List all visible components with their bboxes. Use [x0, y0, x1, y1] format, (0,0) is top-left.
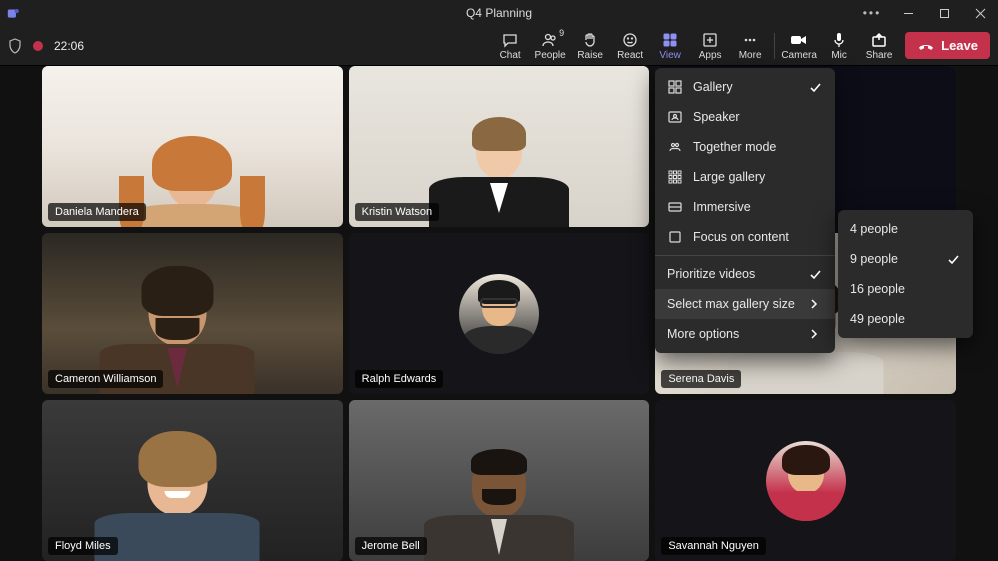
- toolbar-divider: [774, 33, 775, 59]
- submenu-item-16[interactable]: 16 people: [838, 274, 973, 304]
- people-icon: 9: [542, 31, 558, 49]
- maximize-icon[interactable]: [926, 0, 962, 26]
- minimize-icon[interactable]: [890, 0, 926, 26]
- together-icon: [667, 139, 683, 155]
- video-tile[interactable]: Daniela Mandera: [42, 66, 343, 227]
- chevron-right-icon: [809, 299, 823, 309]
- check-icon: [947, 253, 961, 266]
- menu-item-together[interactable]: Together mode: [655, 132, 835, 162]
- view-icon: [662, 31, 678, 49]
- more-button[interactable]: More: [730, 28, 770, 64]
- submenu-item-4[interactable]: 4 people: [838, 214, 973, 244]
- participant-name: Savannah Nguyen: [661, 537, 766, 555]
- window-title: Q4 Planning: [466, 6, 532, 20]
- video-tile[interactable]: Floyd Miles: [42, 400, 343, 561]
- react-icon: [622, 31, 638, 49]
- submenu-item-9[interactable]: 9 people: [838, 244, 973, 274]
- view-button[interactable]: View: [650, 28, 690, 64]
- menu-item-immersive[interactable]: Immersive: [655, 192, 835, 222]
- apps-button[interactable]: Apps: [690, 28, 730, 64]
- window-controls: •••: [854, 0, 998, 26]
- participant-name: Serena Davis: [661, 370, 741, 388]
- gallery-icon: [667, 79, 683, 95]
- large-gallery-icon: [667, 169, 683, 185]
- menu-item-gallery[interactable]: Gallery: [655, 72, 835, 102]
- gallery-size-submenu: 4 people 9 people 16 people 49 people: [838, 210, 973, 338]
- immersive-icon: [667, 199, 683, 215]
- menu-item-focus[interactable]: Focus on content: [655, 222, 835, 252]
- menu-item-more-options[interactable]: More options: [655, 319, 835, 349]
- titlebar: Q4 Planning •••: [0, 0, 998, 26]
- camera-icon: [790, 31, 808, 49]
- menu-item-large-gallery[interactable]: Large gallery: [655, 162, 835, 192]
- menu-divider: [655, 255, 835, 256]
- check-icon: [809, 268, 823, 281]
- record-icon: [32, 40, 44, 52]
- mic-icon: [831, 31, 847, 49]
- more-icon: [742, 31, 758, 49]
- react-button[interactable]: React: [610, 28, 650, 64]
- close-icon[interactable]: [962, 0, 998, 26]
- app-icon: [0, 7, 26, 20]
- chevron-right-icon: [809, 329, 823, 339]
- chat-button[interactable]: Chat: [490, 28, 530, 64]
- participant-name: Cameron Williamson: [48, 370, 163, 388]
- video-tile[interactable]: Kristin Watson: [349, 66, 650, 227]
- menu-item-prioritize[interactable]: Prioritize videos: [655, 259, 835, 289]
- menu-item-select-max[interactable]: Select max gallery size: [655, 289, 835, 319]
- video-tile[interactable]: Cameron Williamson: [42, 233, 343, 394]
- participant-name: Daniela Mandera: [48, 203, 146, 221]
- video-tile[interactable]: Jerome Bell: [349, 400, 650, 561]
- raise-hand-icon: [582, 31, 598, 49]
- speaker-icon: [667, 109, 683, 125]
- share-icon: [871, 31, 887, 49]
- apps-icon: [702, 31, 718, 49]
- chat-icon: [502, 31, 518, 49]
- video-tile[interactable]: Ralph Edwards: [349, 233, 650, 394]
- raise-button[interactable]: Raise: [570, 28, 610, 64]
- hangup-icon: [917, 40, 935, 52]
- focus-icon: [667, 229, 683, 245]
- mic-button[interactable]: Mic: [819, 28, 859, 64]
- meeting-toolbar: 22:06 Chat 9 People Raise React View: [0, 26, 998, 66]
- share-button[interactable]: Share: [859, 28, 899, 64]
- submenu-item-49[interactable]: 49 people: [838, 304, 973, 334]
- check-icon: [809, 81, 823, 94]
- people-button[interactable]: 9 People: [530, 28, 570, 64]
- view-menu: Gallery Speaker Together mode Large gall…: [655, 68, 835, 353]
- shield-icon[interactable]: [8, 38, 22, 54]
- meeting-timer: 22:06: [54, 39, 84, 53]
- video-tile[interactable]: Savannah Nguyen: [655, 400, 956, 561]
- leave-button[interactable]: Leave: [905, 32, 990, 59]
- titlebar-more-icon[interactable]: •••: [854, 0, 890, 26]
- camera-button[interactable]: Camera: [779, 28, 819, 64]
- participant-name: Kristin Watson: [355, 203, 440, 221]
- menu-item-speaker[interactable]: Speaker: [655, 102, 835, 132]
- participant-name: Floyd Miles: [48, 537, 118, 555]
- participant-name: Ralph Edwards: [355, 370, 444, 388]
- participant-name: Jerome Bell: [355, 537, 427, 555]
